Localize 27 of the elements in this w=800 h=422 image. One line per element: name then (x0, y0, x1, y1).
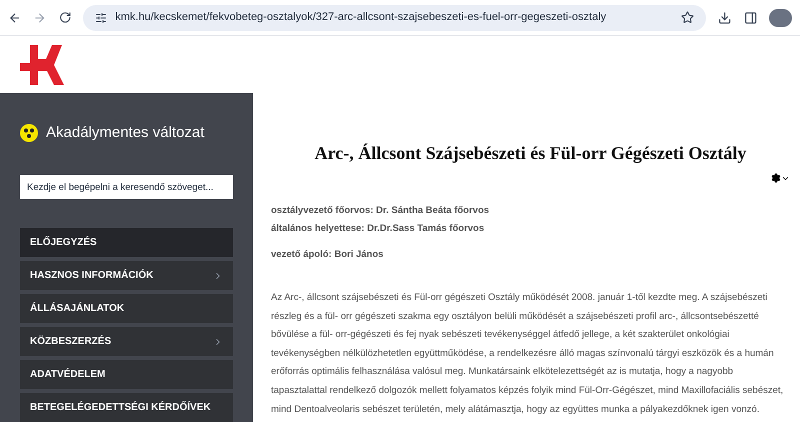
menu-item[interactable]: ADATVÉDELEM (20, 360, 233, 389)
address-bar[interactable]: kmk.hu/kecskemet/fekvobeteg-osztalyok/327-arc-allcsont-szajsebeszeti-es-fuel-orr-gegeszeti-osztaly (83, 4, 706, 30)
menu-item[interactable]: ELŐJEGYZÉS (20, 228, 233, 257)
settings-dropdown[interactable] (771, 173, 790, 183)
url-text: kmk.hu/kecskemet/fekvobeteg-osztalyok/327-arc-allcsont-szajsebeszeti-es-fuel-orr-gegeszeti-osztaly (115, 10, 608, 26)
profile-avatar[interactable] (769, 8, 792, 26)
staff-line: osztályvezető főorvos: Dr. Sántha Beáta főorvos (271, 204, 490, 218)
bookmark-star-icon[interactable] (681, 11, 694, 24)
page-title: Arc-, Állcsont Szájsebészeti és Fül-orr Gégészeti Osztály (314, 142, 748, 165)
reload-icon[interactable] (58, 11, 72, 24)
site-settings-icon[interactable] (95, 12, 108, 24)
accessibility-icon[interactable] (20, 124, 38, 142)
search-field[interactable]: Kezdje el begépelni a keresendő szöveget... (20, 175, 233, 199)
staff-line: általános helyettese: Dr.Dr.Sass Tamás főorvos (271, 222, 486, 236)
back-icon[interactable] (8, 10, 22, 24)
accessibility-link[interactable]: Akadálymentes változat (46, 122, 204, 144)
menu-item[interactable]: BETEGELÉGEDETTSÉGI KÉRDŐÍVEK (20, 393, 233, 422)
forward-icon[interactable] (33, 10, 47, 24)
settings-icon (771, 173, 781, 183)
menu-item[interactable]: KÖZBESZERZÉS (20, 327, 233, 356)
staff-line: vezető ápoló: Bori János (271, 248, 384, 262)
logo-icon[interactable] (20, 44, 66, 84)
body-paragraph: Az Arc-, állcsont szájsebészeti és Fül-orr gégészeti Osztály működését 2008. január 1-től kezdte meg. A szájsebészeti részleg és a fül- orr gégészeti szakma egy osztályon belüli működését a szájsebészeti profil arc-, állcsontsebészetté bővülése a fül- orr-gégészeti és fej nyak sebészeti tevékenységgel átfedő jellege, a két szakterület onkológiai tevékenységben nélkülözhetetlen együttműködése, a rendelkezésre álló magas színvonalú tárgyi eszközök és a humán erőforrás optimális felhasználása valósul meg. Munkatársaink elkötelezettségét az is mutatja, hogy a nagyobb tapasztalattal rendelkező dolgozók mellett folyamatos képzés folyik mind Fül-Orr-Gégészet, mind Maxillofaciális sebészet, mind Dentoalveolaris sebészet területén, mely alátámasztja, hogy az együttes munka a pályakezdőknek igen vonzó. (271, 291, 784, 417)
download-icon[interactable] (718, 10, 732, 24)
menu-item[interactable]: ÁLLÁSAJÁNLATOK (20, 294, 233, 323)
menu-item[interactable]: HASZNOS INFORMÁCIÓK (20, 261, 233, 290)
side-panel-icon[interactable] (744, 10, 758, 24)
